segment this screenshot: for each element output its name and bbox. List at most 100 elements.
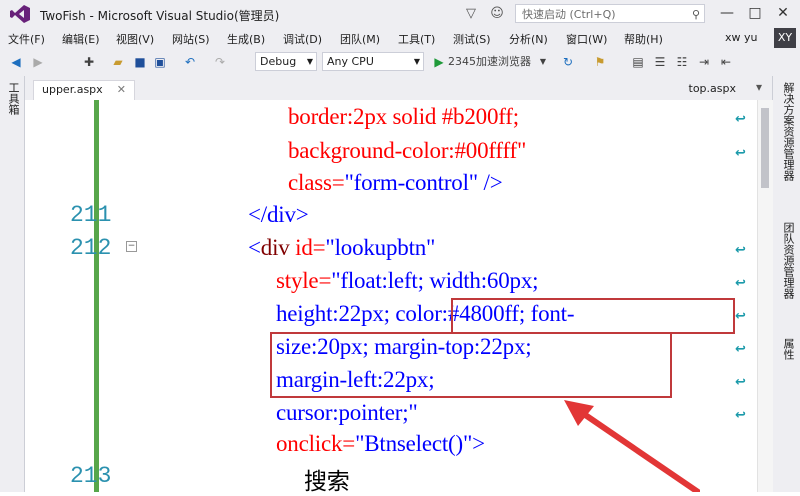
save-all-icon[interactable]: ▣	[152, 54, 168, 70]
back-icon[interactable]: ◀	[8, 54, 24, 70]
code-tag: div	[260, 235, 290, 260]
outdent-icon[interactable]: ⇤	[718, 54, 734, 70]
platform-value: Any CPU	[327, 55, 374, 68]
chevron-down-icon[interactable]: ▼	[538, 54, 548, 70]
highlight-box	[451, 298, 735, 334]
code-attr: class=	[288, 170, 345, 195]
menu-bar: 文件(F) 编辑(E) 视图(V) 网站(S) 生成(B) 调试(D) 团队(M…	[0, 28, 800, 48]
comment-icon[interactable]: ☰	[652, 54, 668, 70]
code-value: "lookupbtn"	[325, 235, 436, 260]
line-number-213: 213	[70, 463, 112, 489]
code-line: style="float:left; width:60px;	[276, 268, 539, 294]
collapse-toggle-icon[interactable]: −	[126, 241, 137, 252]
menu-test[interactable]: 测试(S)	[453, 31, 491, 47]
menu-edit[interactable]: 编辑(E)	[62, 31, 100, 47]
code-line: border:2px solid #b200ff;	[288, 104, 519, 129]
toolbox-tab[interactable]: 工具箱	[5, 82, 21, 115]
close-icon[interactable]: ✕	[117, 83, 126, 96]
chevron-down-icon: ▼	[413, 57, 420, 66]
save-icon[interactable]: ■	[132, 54, 148, 70]
code-line: </div>	[248, 202, 309, 227]
refresh-icon[interactable]: ↻	[560, 54, 576, 70]
uncomment-icon[interactable]: ☷	[674, 54, 690, 70]
annotation-arrow	[564, 400, 700, 492]
line-number-211: 211	[70, 202, 112, 228]
vertical-scrollbar[interactable]	[757, 100, 773, 492]
tab-list-dropdown-icon[interactable]: ▾	[756, 80, 762, 94]
solution-explorer-tab[interactable]: 解决方案资源管理器	[780, 82, 796, 181]
highlight-box	[270, 332, 672, 398]
redo-icon[interactable]: ↷	[212, 54, 228, 70]
word-wrap-icon: ↩	[735, 243, 746, 258]
code-bracket: />	[477, 170, 503, 195]
title-bar: TwoFish - Microsoft Visual Studio(管理员) ▽…	[0, 0, 800, 28]
undo-icon[interactable]: ↶	[182, 54, 198, 70]
toolbar: ◀ ▶ ✚ ▰ ■ ▣ ↶ ↷ Debug ▼ Any CPU ▼ ▶ 2345加速…	[0, 48, 800, 77]
code-attr: onclick=	[276, 431, 356, 456]
window-title: TwoFish - Microsoft Visual Studio(管理员)	[40, 9, 280, 23]
run-icon[interactable]: ▶	[432, 54, 446, 70]
code-line: background-color:#00ffff"	[288, 138, 527, 163]
word-wrap-icon: ↩	[735, 375, 746, 390]
avatar[interactable]: XY	[774, 28, 796, 48]
chevron-down-icon: ▼	[306, 57, 313, 66]
config-value: Debug	[260, 55, 297, 68]
menu-file[interactable]: 文件(F)	[8, 31, 45, 47]
tab-top-aspx[interactable]: top.aspx	[689, 82, 737, 95]
code-line: <div id="lookupbtn"	[248, 235, 435, 261]
code-bracket: <	[248, 235, 261, 260]
tab-upper-aspx[interactable]: upper.aspx ✕	[33, 80, 135, 100]
maximize-button[interactable]: □	[740, 0, 770, 28]
word-wrap-icon: ↩	[735, 276, 746, 291]
menu-debug[interactable]: 调试(D)	[283, 31, 322, 47]
team-explorer-tab[interactable]: 团队资源管理器	[780, 222, 796, 299]
run-target-button[interactable]: 2345加速浏览器	[448, 54, 540, 70]
code-line: 搜索	[304, 469, 350, 494]
right-tool-strip: 解决方案资源管理器 团队资源管理器 属性	[772, 76, 800, 492]
word-wrap-icon: ↩	[735, 408, 746, 423]
word-wrap-icon: ↩	[735, 342, 746, 357]
filter-icon[interactable]: ▽	[462, 5, 480, 23]
visual-studio-logo-icon	[10, 5, 30, 23]
config-select[interactable]: Debug ▼	[255, 52, 317, 71]
word-wrap-icon: ↩	[735, 112, 746, 127]
left-tool-strip: 工具箱	[0, 76, 25, 492]
code-attr: id=	[289, 235, 326, 260]
user-name[interactable]: xw yu	[725, 31, 757, 44]
code-value: "float:left; width:60px;	[331, 268, 539, 293]
document-tab-strip: upper.aspx ✕ top.aspx ▾	[25, 76, 772, 100]
bookmark-icon[interactable]: ⚑	[592, 54, 608, 70]
forward-icon[interactable]: ▶	[30, 54, 46, 70]
code-value: "Btnselect()"	[355, 431, 473, 456]
menu-window[interactable]: 窗口(W)	[566, 31, 607, 47]
new-project-icon[interactable]: ✚	[80, 54, 98, 70]
code-line: onclick="Btnselect()">	[276, 431, 485, 457]
open-folder-icon[interactable]: ▰	[110, 54, 126, 70]
code-line: cursor:pointer;"	[276, 400, 418, 425]
code-attr: style=	[276, 268, 332, 293]
menu-view[interactable]: 视图(V)	[116, 31, 154, 47]
indent-icon[interactable]: ⇥	[696, 54, 712, 70]
change-tracking-bar	[94, 100, 99, 492]
menu-tools[interactable]: 工具(T)	[398, 31, 435, 47]
menu-website[interactable]: 网站(S)	[172, 31, 210, 47]
word-wrap-icon: ↩	[735, 146, 746, 161]
search-icon: ⚲	[691, 8, 700, 21]
scrollbar-thumb[interactable]	[761, 108, 769, 188]
properties-tab[interactable]: 属性	[780, 338, 796, 360]
menu-analyze[interactable]: 分析(N)	[509, 31, 548, 47]
platform-select[interactable]: Any CPU ▼	[322, 52, 424, 71]
code-bracket: >	[472, 431, 485, 456]
code-value: "form-control"	[344, 170, 478, 195]
close-button[interactable]: ✕	[768, 0, 798, 28]
menu-team[interactable]: 团队(M)	[340, 31, 380, 47]
menu-build[interactable]: 生成(B)	[227, 31, 265, 47]
minimize-button[interactable]: —	[712, 0, 742, 28]
word-wrap-icon: ↩	[735, 309, 746, 324]
document-icon[interactable]: ▤	[630, 54, 646, 70]
menu-help[interactable]: 帮助(H)	[624, 31, 663, 47]
code-line: class="form-control" />	[288, 170, 503, 196]
feedback-icon[interactable]: ☺	[488, 5, 506, 23]
line-number-212: 212	[70, 235, 112, 261]
quick-launch-input[interactable]: 快速启动 (Ctrl+Q) ⚲	[515, 4, 705, 23]
